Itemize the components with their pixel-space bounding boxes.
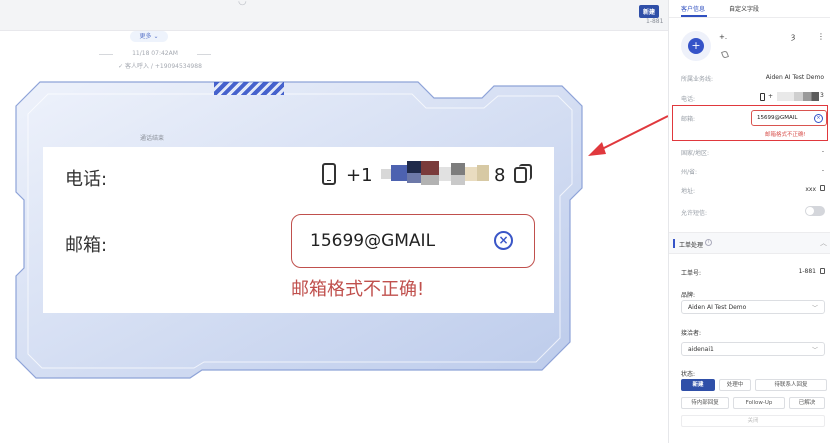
zoom-phone-value-start: +1 bbox=[346, 165, 373, 186]
load-more-button[interactable]: 更多 ⌄ bbox=[130, 31, 168, 42]
cut-off-glyph: ◡ bbox=[238, 0, 247, 7]
clear-icon[interactable]: × bbox=[494, 231, 513, 250]
zoom-phone-label: 电话: bbox=[65, 169, 108, 190]
status-button-new[interactable]: 新建 bbox=[681, 379, 715, 391]
contact-glyph: ȝ bbox=[791, 32, 796, 41]
plus-icon[interactable]: + bbox=[688, 38, 704, 54]
redacted-phone-mosaic bbox=[777, 92, 819, 101]
decorative-stripes bbox=[214, 82, 284, 95]
new-ticket-badge[interactable]: 新建 bbox=[639, 5, 660, 18]
screenshot-root: ◡ 新建 1-881 更多 ⌄ 11/18 07:42AM ✓ 客人呼入 / +… bbox=[0, 0, 830, 443]
sms-toggle[interactable] bbox=[805, 206, 825, 216]
zoom-phone-value-end: 8 bbox=[494, 165, 506, 186]
annotation-arrow-icon bbox=[588, 115, 669, 156]
status-label: 状态: bbox=[681, 371, 696, 378]
zoomed-contact-panel: 电话: +1 8 邮箱: 15699@GMAIL × 邮箱格式不正确! bbox=[43, 147, 554, 313]
avatar[interactable]: + bbox=[681, 31, 711, 61]
status-button-closed[interactable]: 关闭 bbox=[681, 415, 825, 427]
copy-icon[interactable] bbox=[820, 268, 825, 274]
business-line-label: 所属业务线: bbox=[681, 76, 714, 83]
zoom-email-error: 邮箱格式不正确! bbox=[291, 279, 425, 300]
tabs-divider bbox=[669, 17, 830, 18]
tab-custom-fields[interactable]: 自定义字段 bbox=[729, 4, 759, 13]
chevron-up-icon[interactable]: ︿ bbox=[820, 238, 827, 248]
chevron-down-icon: ﹀ bbox=[811, 305, 818, 312]
mobile-phone-icon bbox=[760, 93, 765, 101]
annotation-highlight-box bbox=[672, 105, 828, 141]
country-label: 国家/地区: bbox=[681, 150, 710, 157]
phone-icon[interactable] bbox=[720, 50, 730, 59]
assignee-select[interactable]: aidenai1 ﹀ bbox=[681, 342, 825, 356]
brand-select-value: Aiden AI Test Demo bbox=[688, 304, 747, 311]
ticket-section-title: 工单处理 bbox=[679, 242, 704, 249]
section-accent-bar bbox=[673, 239, 675, 248]
status-button-follow-up[interactable]: Follow-Up bbox=[733, 397, 785, 409]
ticket-reference: 1-881 bbox=[646, 18, 664, 25]
status-button-processing[interactable]: 处理中 bbox=[719, 379, 751, 391]
assignee-select-value: aidenai1 bbox=[688, 346, 714, 353]
brand-label: 品牌: bbox=[681, 292, 696, 299]
phone-value-end: 3 bbox=[820, 92, 824, 99]
address-label: 地址: bbox=[681, 188, 696, 195]
state-value: - bbox=[821, 167, 824, 174]
zoom-email-input[interactable]: 15699@GMAIL × bbox=[291, 214, 535, 268]
address-value: xxx bbox=[805, 186, 816, 193]
system-message-inbound-call: ✓ 客人呼入 / +19094534988 bbox=[118, 63, 202, 70]
sms-label: 允许短信: bbox=[681, 210, 708, 217]
more-options-icon[interactable]: ⋮ bbox=[817, 32, 825, 41]
system-message-time: 11/18 07:42AM bbox=[99, 50, 211, 57]
call-ended-label: 通话结束 bbox=[140, 135, 165, 142]
chevron-down-icon: ﹀ bbox=[811, 347, 818, 354]
redacted-phone-mosaic bbox=[381, 161, 489, 187]
status-button-awaiting-internal[interactable]: 待内部回复 bbox=[681, 397, 729, 409]
contact-name: +. bbox=[719, 33, 728, 41]
mobile-phone-icon bbox=[322, 163, 336, 185]
status-button-resolved[interactable]: 已解决 bbox=[789, 397, 825, 409]
copy-icon[interactable] bbox=[514, 164, 532, 183]
copy-icon[interactable] bbox=[820, 185, 825, 191]
info-icon: i bbox=[705, 239, 712, 246]
phone-label: 电话: bbox=[681, 96, 696, 103]
ticket-number-value: 1-881 bbox=[798, 268, 816, 275]
state-label: 州/省: bbox=[681, 169, 698, 176]
zoom-email-label: 邮箱: bbox=[65, 235, 108, 256]
ticket-section-header[interactable]: 工单处理 i ︿ bbox=[669, 232, 830, 254]
assignee-label: 接洽者: bbox=[681, 330, 702, 337]
chat-header-strip: ◡ 新建 1-881 bbox=[0, 0, 668, 31]
country-value: - bbox=[821, 148, 824, 155]
brand-select[interactable]: Aiden AI Test Demo ﹀ bbox=[681, 300, 825, 314]
customer-sidebar: 客户信息 自定义字段 + +. ȝ ⋮ 所属业务线: Aiden AI Test… bbox=[668, 0, 830, 443]
tab-customer-info[interactable]: 客户信息 bbox=[681, 4, 708, 17]
business-line-value: Aiden AI Test Demo bbox=[765, 74, 824, 81]
status-button-awaiting-contact[interactable]: 待联系人回复 bbox=[755, 379, 827, 391]
phone-value-start: + bbox=[768, 93, 774, 100]
zoom-email-value: 15699@GMAIL bbox=[310, 231, 436, 251]
ticket-number-label: 工单号: bbox=[681, 270, 702, 277]
